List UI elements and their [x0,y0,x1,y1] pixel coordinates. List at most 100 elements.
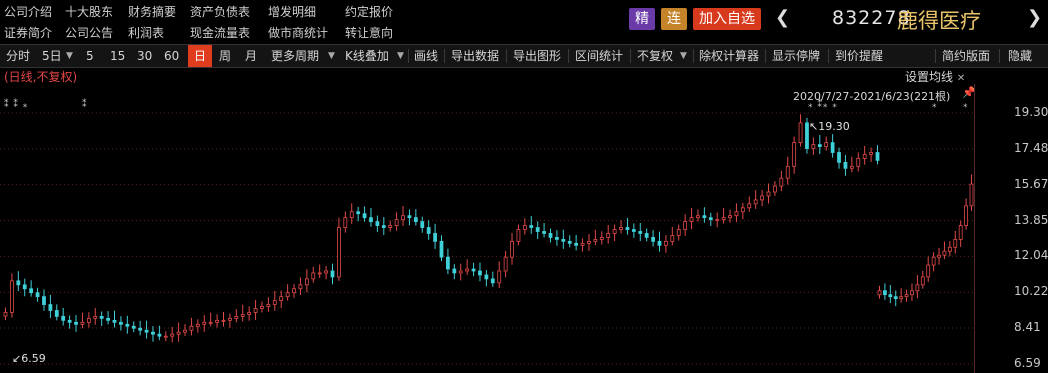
candle[interactable] [125,323,130,327]
candle[interactable] [471,268,476,272]
candle[interactable] [106,317,110,321]
candle[interactable] [3,312,8,317]
candle[interactable] [817,144,822,147]
link-agreed-quote[interactable]: 约定报价 [345,3,393,20]
candle[interactable] [619,227,623,230]
candle[interactable] [356,211,361,215]
link-company-notice[interactable]: 公司公告 [65,24,113,41]
candle[interactable] [877,290,882,296]
candle[interactable] [555,237,559,240]
candle[interactable] [407,215,412,219]
candle[interactable] [446,256,450,270]
candle[interactable] [195,323,200,327]
candle[interactable] [753,199,758,205]
candle[interactable] [163,335,168,338]
candle[interactable] [875,152,880,161]
candle[interactable] [189,325,194,331]
candle[interactable] [349,211,354,219]
candle[interactable] [811,144,816,149]
candle[interactable] [144,329,149,333]
candle[interactable] [394,219,399,226]
candle[interactable] [484,274,489,280]
candle[interactable] [279,296,284,302]
candle[interactable] [915,284,920,292]
candle[interactable] [208,321,213,324]
candle[interactable] [330,270,335,278]
kline-overlay-dropdown[interactable]: K线叠加 [345,45,389,67]
candle[interactable] [304,278,309,286]
linked-badge[interactable]: 连 [661,8,687,30]
candle[interactable] [240,314,245,317]
candle[interactable] [644,233,649,238]
candle[interactable] [311,272,316,280]
candle[interactable] [369,217,373,223]
candle[interactable] [947,246,952,252]
candle[interactable] [48,304,53,311]
candle[interactable] [664,240,668,246]
candle[interactable] [792,142,797,167]
link-placement-detail[interactable]: 增发明细 [268,3,316,20]
candle[interactable] [910,290,914,296]
link-balance-sheet[interactable]: 资产负债表 [190,3,250,20]
candle[interactable] [176,331,181,335]
link-market-maker-stats[interactable]: 做市商统计 [268,24,328,41]
export-graph-button[interactable]: 导出图形 [513,45,561,67]
candle[interactable] [862,154,867,159]
tab-intraday[interactable]: 分时 [6,45,30,67]
candle[interactable] [670,235,675,242]
candle[interactable] [953,238,958,248]
tab-60min[interactable]: 60 [164,45,179,67]
candle[interactable] [904,294,909,298]
candle[interactable] [61,316,66,321]
candle[interactable] [452,268,457,274]
candle[interactable] [420,221,425,228]
candle[interactable] [433,233,437,242]
candle[interactable] [401,215,405,221]
candle[interactable] [964,205,968,226]
candle[interactable] [170,333,175,337]
export-data-button[interactable]: 导出数据 [451,45,499,67]
hide-button[interactable]: 隐藏 [1008,45,1032,67]
candle[interactable] [721,217,726,221]
candle[interactable] [696,215,700,219]
candle[interactable] [837,152,841,163]
ex-rights-calculator-button[interactable]: 除权计算器 [699,45,759,67]
link-transfer-intent[interactable]: 转让意向 [345,24,393,41]
candle[interactable] [728,215,732,219]
candle[interactable] [260,306,264,309]
candle[interactable] [798,122,803,144]
candle[interactable] [931,256,936,266]
candle[interactable] [215,319,219,323]
candle[interactable] [779,177,784,187]
candle[interactable] [381,225,386,228]
candle[interactable] [478,270,482,276]
candle[interactable] [631,229,636,232]
candle[interactable] [266,304,271,307]
candle[interactable] [343,217,348,228]
candle[interactable] [16,280,21,286]
candle[interactable] [883,290,887,296]
prev-stock-icon[interactable]: ❮ [775,7,790,28]
candle[interactable] [567,240,572,244]
tab-5day[interactable]: 5日 [42,45,62,67]
candle[interactable] [285,292,290,298]
chevron-down-icon[interactable]: ▼ [328,45,335,67]
candle[interactable] [22,284,27,290]
link-security-brief[interactable]: 证券简介 [4,24,52,41]
candle[interactable] [599,237,604,240]
candle[interactable] [426,227,431,234]
candle[interactable] [516,229,521,242]
candle[interactable] [138,327,143,331]
chevron-down-icon[interactable]: ▼ [66,45,73,67]
candle[interactable] [80,321,85,325]
candle[interactable] [151,331,155,335]
candle[interactable] [715,219,720,222]
candle[interactable] [337,227,341,278]
tab-weekly[interactable]: 周 [219,45,231,67]
candle[interactable] [497,270,502,284]
featured-badge[interactable]: 精 [629,8,655,30]
candle[interactable] [606,233,611,238]
add-watchlist-button[interactable]: 加入自选 [693,8,761,30]
candle[interactable] [292,288,296,294]
candle[interactable] [734,211,739,217]
